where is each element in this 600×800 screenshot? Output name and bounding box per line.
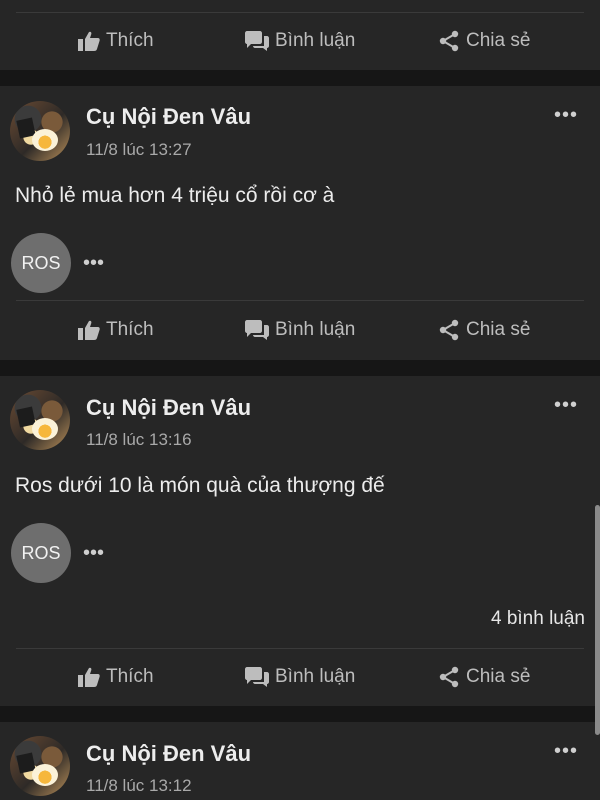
share-button[interactable]: Chia sẻ [438,12,530,70]
share-icon [439,319,459,341]
like-label: Thích [106,666,154,687]
comment-bubble-icon [245,667,269,687]
more-options-button[interactable]: ••• [554,104,578,127]
reply-avatar[interactable]: ROS [11,523,71,583]
like-button[interactable]: Thích [78,648,154,706]
author-name[interactable]: Cụ Nội Đen Vâu [86,104,251,130]
comment-button[interactable]: Bình luận [245,648,355,706]
action-bar: Thích Bình luận Chia sẻ [0,12,600,70]
comment-button[interactable]: Bình luận [245,301,355,359]
share-icon [439,666,459,688]
reply-avatar[interactable]: ROS [11,233,71,293]
comment-bubble-icon [245,31,269,51]
comment-label: Bình luận [275,666,356,687]
post-card: Cụ Nội Đen Vâu 11/8 lúc 13:16 ••• Ros dư… [0,376,600,706]
comment-label: Bình luận [275,319,356,340]
avatar[interactable] [10,390,70,450]
post-timestamp[interactable]: 11/8 lúc 13:12 [86,776,192,796]
share-label: Chia sẻ [466,666,531,687]
share-button[interactable]: Chia sẻ [438,648,530,706]
avatar[interactable] [10,736,70,796]
like-label: Thích [106,319,154,340]
author-name[interactable]: Cụ Nội Đen Vâu [86,395,251,421]
post-card: Cụ Nội Đen Vâu 11/8 lúc 13:27 ••• Nhỏ lẻ… [0,86,600,360]
share-icon [439,30,459,52]
post-timestamp[interactable]: 11/8 lúc 13:16 [86,430,192,450]
post-text: Nhỏ lẻ mua hơn 4 triệu cổ rồi cơ à [15,184,335,207]
post-card-partial: Thích Bình luận Chia sẻ [0,0,600,70]
post-timestamp[interactable]: 11/8 lúc 13:27 [86,140,192,160]
more-options-button[interactable]: ••• [554,394,578,417]
thumbs-up-icon [78,667,100,687]
reply-more-button[interactable]: ••• [83,252,104,275]
reply-more-button[interactable]: ••• [83,542,104,565]
share-label: Chia sẻ [466,30,531,51]
post-text: Ros dưới 10 là món quà của thượng đế [15,474,385,497]
comment-count-link[interactable]: 4 bình luận [491,608,585,630]
thumbs-up-icon [78,320,100,340]
like-button[interactable]: Thích [78,301,154,359]
comment-label: Bình luận [275,30,356,51]
like-label: Thích [106,30,154,51]
share-label: Chia sẻ [466,319,531,340]
comment-bubble-icon [245,320,269,340]
action-bar: Thích Bình luận Chia sẻ [0,301,600,359]
action-bar: Thích Bình luận Chia sẻ [0,648,600,706]
more-options-button[interactable]: ••• [554,740,578,763]
thumbs-up-icon [78,31,100,51]
avatar[interactable] [10,101,70,161]
comment-button[interactable]: Bình luận [245,12,355,70]
post-card: Cụ Nội Đen Vâu 11/8 lúc 13:12 ••• [0,722,600,800]
share-button[interactable]: Chia sẻ [438,301,530,359]
scrollbar[interactable] [595,505,600,735]
like-button[interactable]: Thích [78,12,154,70]
author-name[interactable]: Cụ Nội Đen Vâu [86,741,251,767]
